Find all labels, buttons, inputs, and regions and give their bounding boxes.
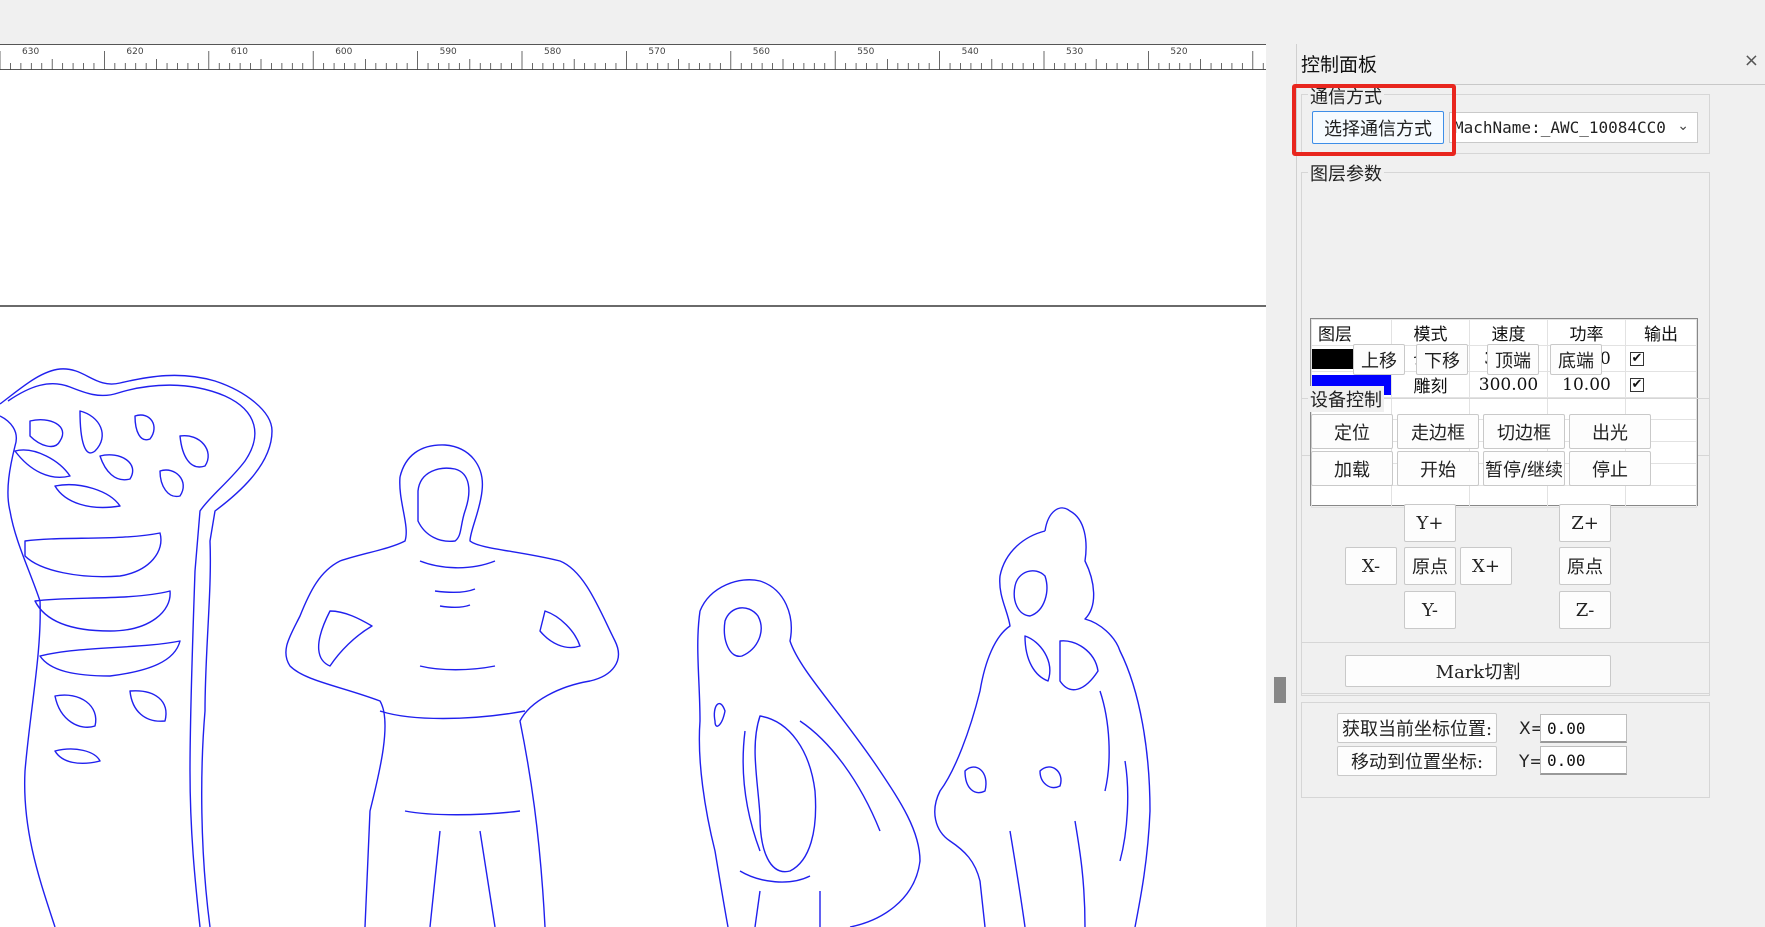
cut-frame-button[interactable]: 切边框	[1483, 414, 1565, 449]
stop-button[interactable]: 停止	[1569, 451, 1651, 486]
jog-z-plus-button[interactable]: Z+	[1559, 504, 1611, 542]
close-icon[interactable]: ×	[1744, 50, 1759, 71]
column-header: 图层	[1311, 319, 1392, 346]
jog-x-plus-button[interactable]: X+	[1460, 547, 1512, 585]
get-current-position-button[interactable]: 获取当前坐标位置:	[1337, 713, 1497, 743]
jog-y-minus-button[interactable]: Y-	[1404, 591, 1456, 629]
layer-output-cell[interactable]: ✔	[1625, 371, 1697, 398]
ruler-label: 600	[335, 47, 352, 57]
communication-group-title: 通信方式	[1308, 83, 1384, 109]
silhouette-figure-4[interactable]	[934, 507, 1151, 927]
jog-x-minus-button[interactable]: X-	[1345, 547, 1397, 585]
ruler-label: 520	[1170, 47, 1187, 57]
layer-output-cell[interactable]: ✔	[1625, 345, 1697, 372]
splitter[interactable]	[1266, 44, 1296, 927]
ruler-label: 550	[857, 47, 874, 57]
top-strip	[0, 0, 1765, 44]
chevron-down-icon: ⌄	[1677, 118, 1689, 134]
horizontal-ruler: 630 620 610 600 590 580 570 560 550 540 530 520	[0, 44, 1266, 70]
ruler-label: 620	[126, 47, 143, 57]
start-button[interactable]: 开始	[1397, 451, 1479, 486]
x-coordinate-input[interactable]: 0.00	[1540, 714, 1627, 743]
layer-table-header: 图层 模式 速度 功率 输出	[1311, 319, 1697, 346]
column-header: 输出	[1625, 319, 1697, 346]
select-communication-button[interactable]: 选择通信方式	[1312, 111, 1444, 144]
column-header: 模式	[1391, 319, 1470, 346]
fire-laser-button[interactable]: 出光	[1569, 414, 1651, 449]
column-header: 功率	[1547, 319, 1626, 346]
run-frame-button[interactable]: 走边框	[1397, 414, 1479, 449]
pause-resume-button[interactable]: 暂停/继续	[1483, 451, 1565, 486]
ruler-label: 630	[22, 47, 39, 57]
ruler-label: 530	[1066, 47, 1083, 57]
mark-cut-button[interactable]: Mark切割	[1345, 655, 1611, 687]
layer-group-title: 图层参数	[1308, 160, 1384, 186]
layer-speed[interactable]: 300.00	[1469, 371, 1548, 398]
device-control-group-title: 设备控制	[1308, 386, 1384, 412]
ruler-label: 610	[231, 47, 248, 57]
layer-mode[interactable]: 雕刻	[1391, 371, 1470, 398]
silhouette-figure-1[interactable]	[0, 368, 273, 927]
design-canvas[interactable]: 630 620 610 600 590 580 570 560 550 540 530 520	[0, 44, 1266, 927]
panel-title: 控制面板	[1301, 54, 1378, 76]
move-down-button[interactable]: 下移	[1416, 344, 1468, 375]
move-to-position-button[interactable]: 移动到位置坐标:	[1337, 746, 1497, 776]
ruler-label: 590	[440, 47, 457, 57]
output-checkbox[interactable]: ✔	[1630, 352, 1644, 366]
ruler-label: 560	[753, 47, 770, 57]
machine-select[interactable]: MachName:_AWC_10084CC0 ⌄	[1449, 112, 1698, 143]
silhouette-figure-2[interactable]	[285, 444, 620, 927]
silhouette-figure-3[interactable]	[697, 579, 921, 927]
load-button[interactable]: 加载	[1311, 451, 1393, 486]
machine-select-value: MachName:_AWC_10084CC0	[1454, 118, 1666, 137]
locate-button[interactable]: 定位	[1311, 414, 1393, 449]
move-bottom-button[interactable]: 底端	[1550, 344, 1602, 375]
column-header: 速度	[1469, 319, 1548, 346]
move-top-button[interactable]: 顶端	[1487, 344, 1539, 375]
output-checkbox[interactable]: ✔	[1630, 378, 1644, 392]
layer-power[interactable]: 10.00	[1547, 371, 1626, 398]
jog-origin-button[interactable]: 原点	[1404, 547, 1456, 585]
jog-z-minus-button[interactable]: Z-	[1559, 591, 1611, 629]
control-panel: 控制面板 × 通信方式 选择通信方式 MachName:_AWC_10084CC…	[1296, 44, 1765, 927]
z-origin-button[interactable]: 原点	[1559, 547, 1611, 585]
jog-y-plus-button[interactable]: Y+	[1404, 504, 1456, 542]
workspace[interactable]	[0, 71, 1266, 927]
move-up-button[interactable]: 上移	[1353, 344, 1405, 375]
ruler-label: 540	[962, 47, 979, 57]
ruler-label: 570	[648, 47, 665, 57]
y-coordinate-input[interactable]: 0.00	[1540, 746, 1627, 775]
ruler-label: 580	[544, 47, 561, 57]
scrollbar-thumb[interactable]	[1274, 677, 1286, 703]
